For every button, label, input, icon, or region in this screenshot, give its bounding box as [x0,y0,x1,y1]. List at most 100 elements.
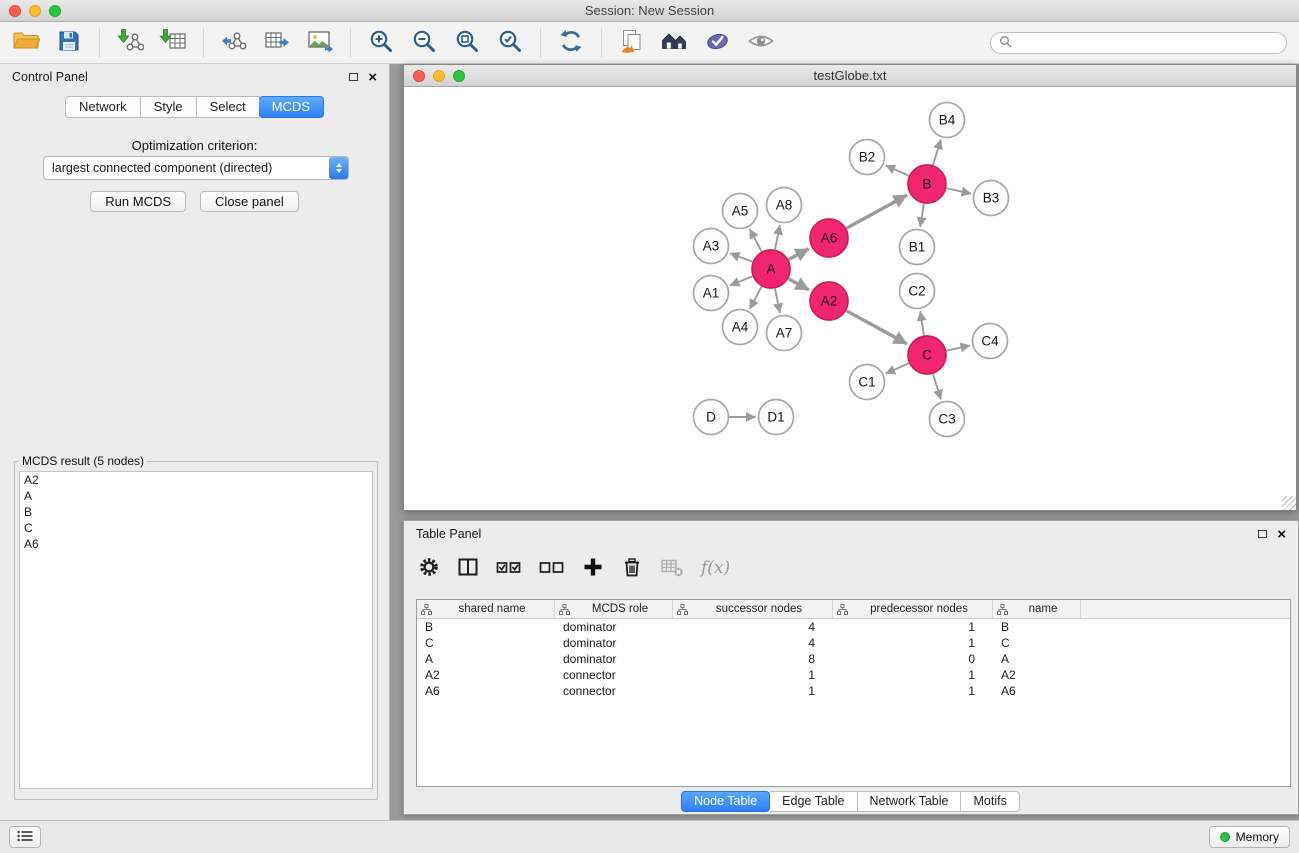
graph-edge-C-C2[interactable] [920,311,924,335]
graph-edge-A-A8[interactable] [775,225,780,249]
table-settings-button[interactable] [418,556,440,581]
tab-mcds[interactable]: MCDS [259,96,324,118]
graph-edge-C-C4[interactable] [947,345,971,350]
zoom-out-button[interactable] [406,26,442,60]
tab-network-table[interactable]: Network Table [858,791,962,812]
save-session-button[interactable] [51,26,87,60]
mcds-result-item[interactable]: C [20,520,372,536]
column-header-name[interactable]: name [993,600,1081,618]
close-panel-icon[interactable]: × [368,70,377,85]
table-row[interactable]: Bdominator41B [417,619,1290,635]
export-table-button[interactable] [259,26,295,60]
graph-edge-C-C1[interactable] [886,363,909,373]
graph-node-B[interactable]: B [908,165,946,203]
open-session-button[interactable] [8,26,44,60]
graph-edge-B-B4[interactable] [933,140,941,165]
column-header-predecessor-nodes[interactable]: predecessor nodes [833,600,993,618]
tab-node-table[interactable]: Node Table [681,791,770,812]
tab-network[interactable]: Network [65,96,141,118]
graph-node-B3[interactable]: B3 [974,181,1009,216]
graph-node-C1[interactable]: C1 [850,365,885,400]
graph-node-B2[interactable]: B2 [850,140,885,175]
refresh-view-button[interactable] [553,26,589,60]
select-all-button[interactable] [496,556,522,581]
export-image-button[interactable] [302,26,338,60]
column-header-shared-name[interactable]: shared name [417,600,555,618]
home-view-button[interactable] [657,26,693,60]
import-network-button[interactable] [112,26,148,60]
show-columns-button[interactable] [457,556,479,581]
close-panel-button[interactable]: Close panel [200,191,299,212]
mcds-result-list[interactable]: A2ABCA6 [19,471,373,789]
deselect-all-button[interactable] [539,556,565,581]
graph-edge-A-A2[interactable] [789,279,809,290]
table-row[interactable]: Adominator80A [417,651,1290,667]
run-mcds-button[interactable]: Run MCDS [90,191,186,212]
graph-node-A[interactable]: A [752,250,790,288]
delete-column-button[interactable] [621,556,643,581]
graph-node-B4[interactable]: B4 [930,103,965,138]
table-row[interactable]: Cdominator41C [417,635,1290,651]
add-column-button[interactable] [582,556,604,581]
tab-select[interactable]: Select [197,96,260,118]
mcds-result-item[interactable]: A6 [20,536,372,552]
search-field[interactable] [990,32,1287,54]
graph-edge-C-C3[interactable] [933,374,941,399]
float-panel-icon[interactable] [349,73,358,81]
close-table-panel-icon[interactable]: × [1277,527,1286,542]
mcds-result-item[interactable]: B [20,504,372,520]
graph-edge-B-B2[interactable] [886,165,909,175]
import-table-button[interactable] [155,26,191,60]
zoom-in-button[interactable] [363,26,399,60]
task-history-button[interactable] [9,826,41,848]
graph-edge-A-A3[interactable] [730,253,752,261]
graph-node-A8[interactable]: A8 [767,188,802,223]
table-row[interactable]: A6connector11A6 [417,683,1290,699]
network-graph[interactable]: A A6 A2 B C A5 A8 A3 A1A4 A7 B2 B4 B3 B1 C2 C4 C1 C3 D D1 [404,87,1296,510]
graph-node-D[interactable]: D [694,400,729,435]
zoom-fit-button[interactable] [449,26,485,60]
graph-node-A7[interactable]: A7 [767,316,802,351]
table-row[interactable]: A2connector11A2 [417,667,1290,683]
graph-node-A3[interactable]: A3 [694,229,729,264]
graph-edge-A-A6[interactable] [789,249,809,260]
graph-node-C3[interactable]: C3 [930,402,965,437]
graph-edge-A-A5[interactable] [750,229,762,251]
export-network-button[interactable] [216,26,252,60]
graph-node-A4[interactable]: A4 [723,310,758,345]
graph-node-C[interactable]: C [908,336,946,374]
search-input[interactable] [1017,36,1278,50]
graph-node-C4[interactable]: C4 [973,324,1008,359]
column-header-mcds-role[interactable]: MCDS role [555,600,673,618]
mcds-result-item[interactable]: A [20,488,372,504]
graph-node-A1[interactable]: A1 [694,276,729,311]
function-builder-button[interactable]: f(x) [701,558,730,578]
graph-edge-A2-C[interactable] [847,311,907,344]
tab-edge-table[interactable]: Edge Table [770,791,857,812]
style-check-button[interactable] [700,26,736,60]
graph-node-B1[interactable]: B1 [900,230,935,265]
column-header-successor-nodes[interactable]: successor nodes [673,600,833,618]
graph-edge-B-B1[interactable] [920,204,924,227]
graph-node-D1[interactable]: D1 [759,400,794,435]
graph-edge-A-A7[interactable] [775,289,780,313]
graph-node-A6[interactable]: A6 [810,219,848,257]
graph-node-C2[interactable]: C2 [900,274,935,309]
float-table-panel-icon[interactable] [1258,530,1267,538]
graph-edge-A-A4[interactable] [750,287,762,309]
tab-style[interactable]: Style [141,96,197,118]
zoom-selected-button[interactable] [492,26,528,60]
memory-button[interactable]: Memory [1209,826,1290,848]
mcds-result-item[interactable]: A2 [20,472,372,488]
show-graphics-details-button[interactable] [743,26,779,60]
tab-motifs[interactable]: Motifs [961,791,1019,812]
delete-table-button[interactable] [660,556,684,581]
criterion-dropdown[interactable]: largest connected component (directed) [43,156,349,180]
resize-grip[interactable] [1282,496,1296,510]
graph-edge-B-B3[interactable] [947,188,972,193]
graph-edge-A-A1[interactable] [730,276,752,285]
graph-edge-A6-B[interactable] [847,195,907,228]
copy-view-button[interactable] [614,26,650,60]
graph-node-A5[interactable]: A5 [723,194,758,229]
graph-node-A2[interactable]: A2 [810,282,848,320]
